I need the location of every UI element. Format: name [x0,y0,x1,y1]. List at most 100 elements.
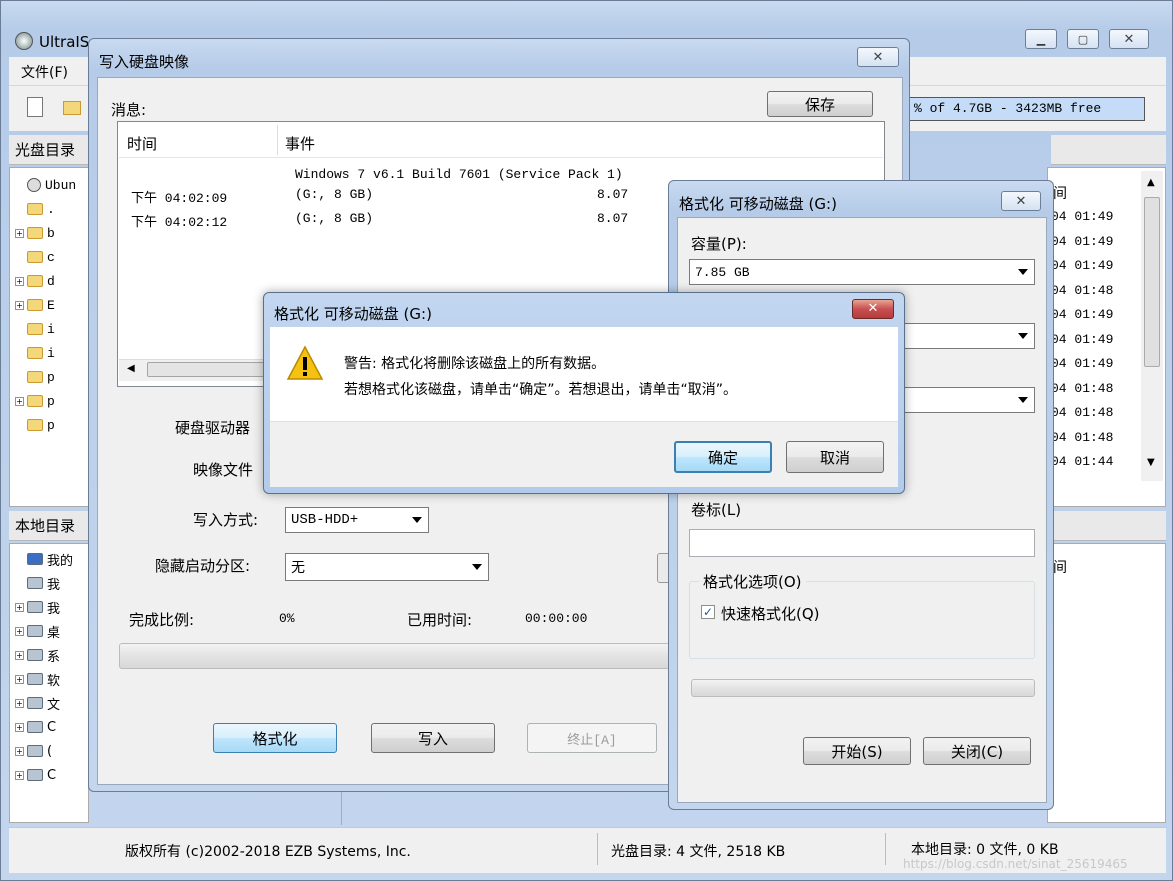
scroll-left-icon[interactable]: ◀ [127,363,135,374]
expand-icon[interactable]: + [15,722,24,732]
drive-label: 硬盘驱动器 [175,419,251,437]
cd-tree-label: p [47,417,55,433]
local-tree-item[interactable]: + 系 [15,643,87,667]
open-icon[interactable] [63,101,81,115]
cd-tree-label: p [47,369,55,385]
local-tree-item[interactable]: +( [15,739,87,763]
expand-icon[interactable]: + [15,746,24,756]
cd-list-time[interactable]: 04 01:48 [1051,381,1113,396]
format-button[interactable]: 格式化 [213,723,337,753]
warning-close-button[interactable]: ✕ [852,299,894,319]
cd-list-time[interactable]: 04 01:49 [1051,258,1113,273]
expand-icon[interactable]: + [15,626,24,636]
cd-list-time[interactable]: 04 01:49 [1051,332,1113,347]
cd-tree-item[interactable]: + E [15,293,87,317]
cd-tree-label: c [47,249,55,265]
cd-list-time[interactable]: 04 01:49 [1051,307,1113,322]
local-list-header[interactable]: 间 [1053,557,1067,577]
expand-icon[interactable]: + [15,300,24,310]
folder-icon [27,347,43,359]
column-time[interactable]: 时间 [127,133,157,154]
local-tree-item[interactable]: 我的 [15,547,87,571]
cd-tree-item[interactable]: i [15,317,87,341]
quick-format-label[interactable]: 快速格式化(Q) [721,603,820,624]
write-mode-select[interactable]: USB-HDD+ [285,507,429,533]
cd-tree-item[interactable]: i [15,341,87,365]
complete-value: 0% [279,611,295,626]
hide-boot-select[interactable]: 无 [285,553,489,581]
cd-list-scroll-thumb[interactable] [1144,197,1160,367]
capacity-select[interactable]: 7.85 GB [689,259,1035,285]
expand-icon[interactable]: + [15,276,24,286]
expand-icon[interactable]: + [15,396,24,406]
expand-icon[interactable]: + [15,650,24,660]
folder-icon [27,251,43,263]
cd-list-scroll-down[interactable]: ▼ [1147,457,1155,468]
ok-button[interactable]: 确定 [674,441,772,473]
folder-icon [27,419,43,431]
format-dialog-title: 格式化 可移动磁盘 (G:) [679,195,837,213]
local-tree-item[interactable]: + 桌 [15,619,87,643]
menu-file[interactable]: 文件(F) [21,62,68,82]
expand-icon[interactable]: + [15,674,24,684]
start-button[interactable]: 开始(S) [803,737,911,765]
cd-list-time[interactable]: 04 01:49 [1051,209,1113,224]
format-options-legend: 格式化选项(O) [699,571,806,592]
cd-tree-item[interactable]: + b [15,221,87,245]
expand-icon[interactable]: + [15,602,24,612]
cd-tree-item[interactable]: Ubun [15,173,87,197]
drive-icon [27,745,43,757]
stop-button[interactable]: 终止[A] [527,723,657,753]
cancel-button[interactable]: 取消 [786,441,884,473]
cd-tree-item[interactable]: p [15,365,87,389]
expand-icon[interactable]: + [15,228,24,238]
cd-list-time[interactable]: 04 01:48 [1051,430,1113,445]
local-tree-label: C [47,767,57,783]
write-mode-label: 写入方式: [193,511,259,529]
hscroll-thumb[interactable] [147,362,267,377]
close-button[interactable]: 关闭(C) [923,737,1031,765]
column-event[interactable]: 事件 [285,133,315,154]
cd-list-time[interactable]: 04 01:48 [1051,283,1113,298]
maximize-button[interactable]: ▢ [1067,29,1099,49]
drive-icon [27,577,43,589]
local-tree-item[interactable]: + 软 [15,667,87,691]
warning-body [270,327,898,421]
save-button[interactable]: 保存 [767,91,873,117]
write-button[interactable]: 写入 [371,723,495,753]
hide-boot-label: 隐藏启动分区: [155,557,251,575]
cd-list-time[interactable]: 04 01:48 [1051,405,1113,420]
format-dialog-close-button[interactable]: ✕ [1001,191,1041,211]
local-tree-item[interactable]: + 文 [15,691,87,715]
hide-boot-value: 无 [291,560,305,576]
warning-line-2: 若想格式化该磁盘，请单击“确定”。若想退出，请单击“取消”。 [344,382,738,398]
expand-icon[interactable]: + [15,770,24,780]
write-dialog-close-button[interactable]: ✕ [857,47,899,67]
quick-format-checkbox[interactable]: ✓ [701,605,715,619]
chevron-down-icon [1018,333,1028,339]
row-2-time: 下午 04:02:12 [131,215,228,230]
disc-icon [27,178,41,192]
local-tree-item[interactable]: 我 [15,571,87,595]
local-tree-item[interactable]: + 我 [15,595,87,619]
volume-input[interactable] [689,529,1035,557]
main-close-button[interactable]: ✕ [1109,29,1149,49]
cd-list-time[interactable]: 04 01:44 [1051,454,1113,469]
free-space-text: % of 4.7GB - 3423MB free [914,101,1102,116]
cd-tree-item[interactable]: . [15,197,87,221]
cd-tree-item[interactable]: p [15,413,87,437]
cd-list-scroll-up[interactable]: ▲ [1147,177,1155,188]
cd-list-header[interactable]: 间 [1053,183,1067,203]
local-tree-item[interactable]: + C [15,715,87,739]
expand-icon[interactable]: + [15,698,24,708]
minimize-button[interactable]: ▁ [1025,29,1057,49]
cd-tree-item[interactable]: + d [15,269,87,293]
new-icon[interactable] [27,97,43,117]
local-tree-item[interactable]: + C [15,763,87,787]
cd-tree-item[interactable]: c [15,245,87,269]
cd-list-time[interactable]: 04 01:49 [1051,234,1113,249]
cd-list-time[interactable]: 04 01:49 [1051,356,1113,371]
write-dialog-title: 写入硬盘映像 [99,53,190,71]
cd-tree-item[interactable]: + p [15,389,87,413]
drive-icon [27,625,43,637]
